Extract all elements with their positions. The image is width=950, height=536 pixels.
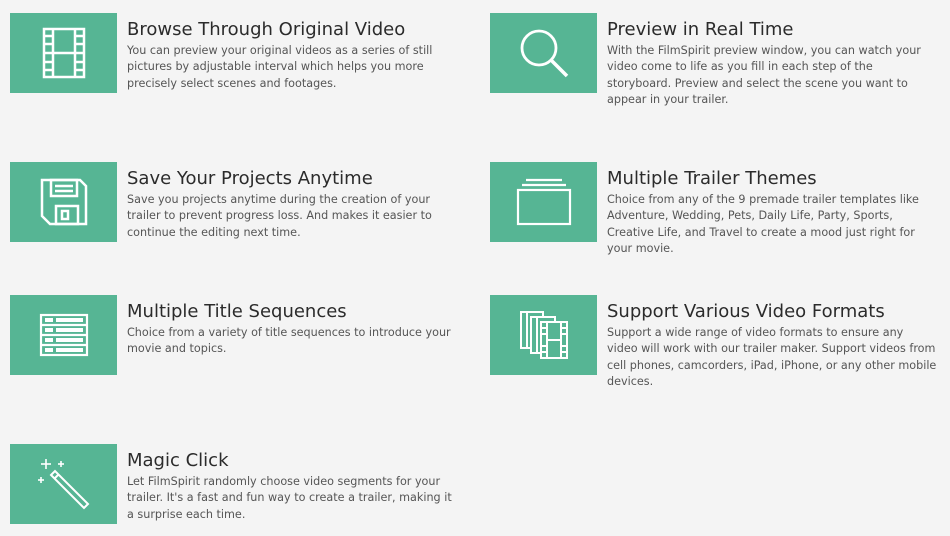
feature-title: Browse Through Original Video [127,19,406,40]
feature-title: Multiple Title Sequences [127,301,347,322]
stacked-frames-icon [490,162,597,242]
feature-title: Save Your Projects Anytime [127,168,373,189]
feature-title: Magic Click [127,450,229,471]
feature-description: You can preview your original videos as … [127,44,433,90]
feature-title: Multiple Trailer Themes [607,168,817,189]
feature-description: Choice from any of the 9 premade trailer… [607,193,919,255]
multiple-films-icon [490,295,597,375]
title-list-icon [10,295,117,375]
feature-description: With the FilmSpirit preview window, you … [607,44,921,106]
feature-title: Support Various Video Formats [607,301,885,322]
feature-description: Save you projects anytime during the cre… [127,193,432,239]
magnifier-icon [490,13,597,93]
floppy-disk-icon [10,162,117,242]
feature-description: Let FilmSpirit randomly choose video seg… [127,475,452,521]
feature-description: Support a wide range of video formats to… [607,326,937,388]
feature-title: Preview in Real Time [607,19,794,40]
feature-description: Choice from a variety of title sequences… [127,326,451,356]
magic-wand-icon [10,444,117,524]
film-strip-icon [10,13,117,93]
